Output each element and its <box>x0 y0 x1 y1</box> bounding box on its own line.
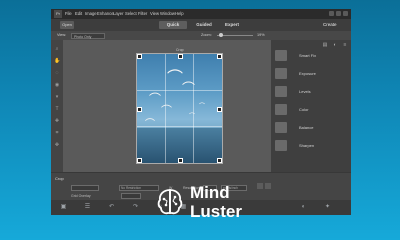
menu-edit[interactable]: Edit <box>75 11 82 16</box>
crop-handle-top-right[interactable] <box>217 54 222 59</box>
menu-layer[interactable]: Layer <box>113 11 123 16</box>
adjustment-color[interactable]: Color <box>275 102 347 118</box>
adjustment-label: Balance <box>299 125 314 130</box>
crop-handle-bottom-right[interactable] <box>217 158 222 163</box>
zoom-label: Zoom: <box>201 33 212 37</box>
menu-help[interactable]: Help <box>175 11 184 16</box>
watermark-title: Mind <box>190 183 230 202</box>
adjustment-sharpen[interactable]: Sharpen <box>275 138 347 154</box>
zoom-tool-icon[interactable]: ⌕ <box>54 46 60 52</box>
effects-icon[interactable]: ✦ <box>323 203 332 212</box>
seagull-image: ⌒ <box>199 104 206 110</box>
crop-handle-top[interactable] <box>178 54 183 59</box>
balance-icon <box>275 122 287 133</box>
grid-overlay-label: Grid Overlay <box>71 194 91 198</box>
crop-grid-line <box>165 54 166 163</box>
spot-healing-tool-icon[interactable]: ✚ <box>54 118 60 124</box>
crop-tool-icon[interactable]: ⌗ <box>54 130 60 136</box>
close-icon[interactable] <box>343 11 348 16</box>
brain-logo-icon <box>157 189 183 215</box>
create-button[interactable]: Create <box>323 21 337 29</box>
seagull-image: ⌒ <box>161 105 172 117</box>
crop-handle-right[interactable] <box>217 107 222 112</box>
view-label: View: <box>57 33 67 37</box>
whiten-teeth-tool-icon[interactable]: ▾ <box>54 94 60 100</box>
seagull-image: ⌒ <box>189 114 196 120</box>
adjustment-levels[interactable]: Levels <box>275 84 347 100</box>
maximize-icon[interactable] <box>336 11 341 16</box>
canvas-area: Crop ⌒ ⌒ ⌒ ⌒ ⌒ ⌒ ⌒ <box>63 40 271 172</box>
seagull-image: ⌒ <box>167 70 184 87</box>
menu-select[interactable]: Select <box>125 11 137 16</box>
crop-preset-thumbs[interactable] <box>71 185 99 191</box>
redo-icon[interactable]: ↷ <box>131 203 140 212</box>
tool-bar: ⌕ ✋ ◌ ◉ ▾ T ✚ ⌗ ✥ <box>51 40 63 172</box>
zoom-value: 19% <box>257 33 265 37</box>
adjustment-label: Exposure <box>299 71 316 76</box>
exposure-icon <box>275 68 287 79</box>
levels-icon <box>275 86 287 97</box>
color-icon <box>275 104 287 115</box>
crop-grid-line <box>137 89 222 91</box>
seagull-image: ⌒ <box>149 92 162 106</box>
hand-tool-icon[interactable]: ✋ <box>54 58 60 64</box>
watermark-subtitle: Luster <box>190 202 242 221</box>
crop-handle-bottom-left[interactable] <box>137 158 142 163</box>
crop-grid-line <box>193 54 194 163</box>
adjustment-exposure[interactable]: Exposure <box>275 66 347 82</box>
adjustment-balance[interactable]: Balance <box>275 120 347 136</box>
crop-handle-top-left[interactable] <box>137 54 142 59</box>
tool-options-title: Crop <box>55 176 64 181</box>
document-label: Crop <box>176 48 184 52</box>
cancel-icon[interactable] <box>265 183 271 189</box>
red-eye-tool-icon[interactable]: ◉ <box>54 82 60 88</box>
crop-grid-line <box>137 125 222 127</box>
smart-fix-icon <box>275 50 287 61</box>
adjustment-label: Smart Fix <box>299 53 317 58</box>
adjustment-label: Color <box>299 107 309 112</box>
crop-preset-select[interactable]: No Restriction <box>119 185 159 191</box>
adjustment-label: Sharpen <box>299 143 315 148</box>
tab-expert[interactable]: Expert <box>219 21 245 29</box>
menu-bar: Pr File Edit Image Enhance Layer Select … <box>51 9 351 19</box>
photo-seagulls[interactable]: ⌒ ⌒ ⌒ ⌒ ⌒ ⌒ ⌒ <box>136 53 223 164</box>
photo-bin-icon[interactable]: ▣ <box>59 203 68 212</box>
adjustment-smart-fix[interactable]: Smart Fix <box>275 48 347 64</box>
menu-view[interactable]: View <box>150 11 159 16</box>
tab-guided[interactable]: Guided <box>191 21 217 29</box>
sharpen-icon <box>275 140 287 151</box>
minimize-icon[interactable] <box>329 11 334 16</box>
menu-enhance[interactable]: Enhance <box>97 11 114 16</box>
selection-tool-icon[interactable]: ◌ <box>54 70 60 76</box>
tab-quick[interactable]: Quick <box>159 21 187 29</box>
menu-file[interactable]: File <box>65 11 72 16</box>
adjustments-icon[interactable]: ◐ <box>299 203 308 212</box>
crop-handle-left[interactable] <box>137 107 142 112</box>
move-tool-icon[interactable]: ✥ <box>54 142 60 148</box>
text-tool-icon[interactable]: T <box>54 106 60 112</box>
menu-image[interactable]: Image <box>85 11 97 16</box>
tool-options-icon[interactable]: ☰ <box>83 203 92 212</box>
menu-filter[interactable]: Filter <box>138 11 147 16</box>
view-select[interactable]: Photo Only <box>71 32 105 39</box>
undo-icon[interactable]: ↶ <box>107 203 116 212</box>
adjustments-panel: ▤ ◐ ≡ Smart Fix Exposure Levels Color Ba… <box>271 40 351 172</box>
mode-bar: Open Quick Guided Expert Create <box>51 19 351 31</box>
grid-overlay-select[interactable] <box>121 193 141 199</box>
menu-window[interactable]: Window <box>160 11 175 16</box>
crop-handle-bottom[interactable] <box>178 158 183 163</box>
open-button[interactable]: Open <box>60 21 74 29</box>
zoom-slider-thumb[interactable] <box>219 33 223 37</box>
adjustment-label: Levels <box>299 89 311 94</box>
app-logo-icon: Pr <box>54 10 62 18</box>
commit-icon[interactable] <box>257 183 263 189</box>
